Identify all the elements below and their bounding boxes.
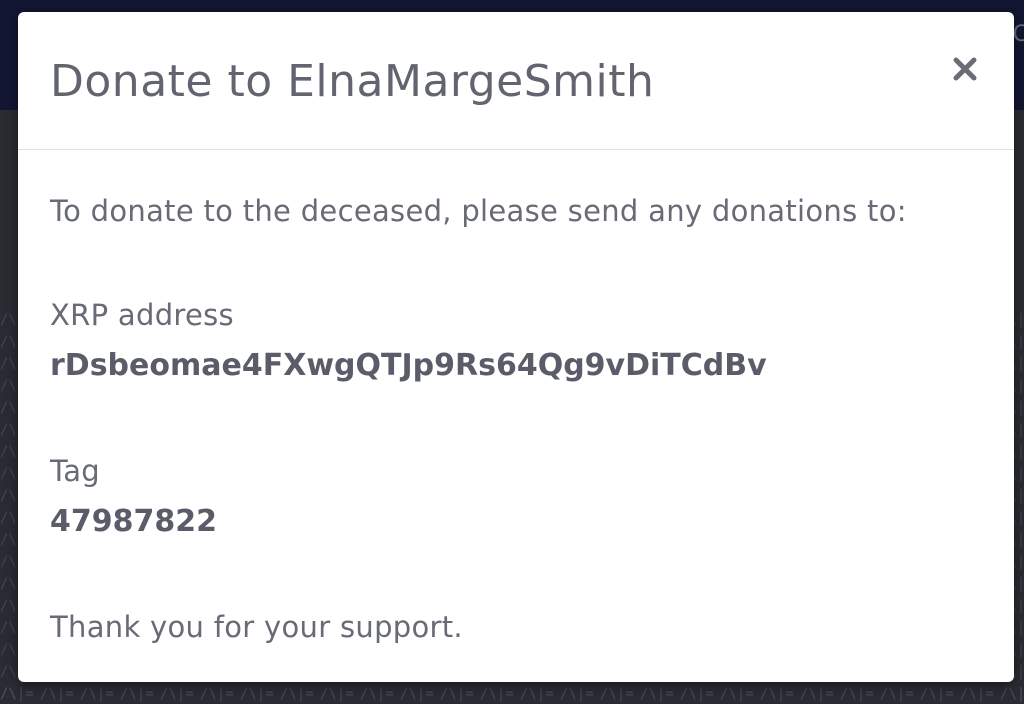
thank-you-message: Thank you for your support. — [50, 610, 463, 644]
modal-title: Donate to ElnaMargeSmith — [50, 56, 655, 107]
close-button[interactable] — [946, 50, 984, 88]
donation-instructions: To donate to the deceased, please send a… — [50, 194, 907, 228]
tag-label: Tag — [50, 454, 100, 488]
xrp-address-value: rDsbeomae4FXwgQTJp9Rs64Qg9vDiTCdBv — [50, 348, 767, 383]
close-icon — [953, 57, 977, 81]
backdrop-partial-text: C — [1012, 22, 1024, 47]
tag-value: 47987822 — [50, 504, 217, 539]
modal-header: Donate to ElnaMargeSmith — [18, 12, 1014, 150]
xrp-address-label: XRP address — [50, 298, 234, 332]
donation-modal: Donate to ElnaMargeSmith To donate to th… — [18, 12, 1014, 682]
